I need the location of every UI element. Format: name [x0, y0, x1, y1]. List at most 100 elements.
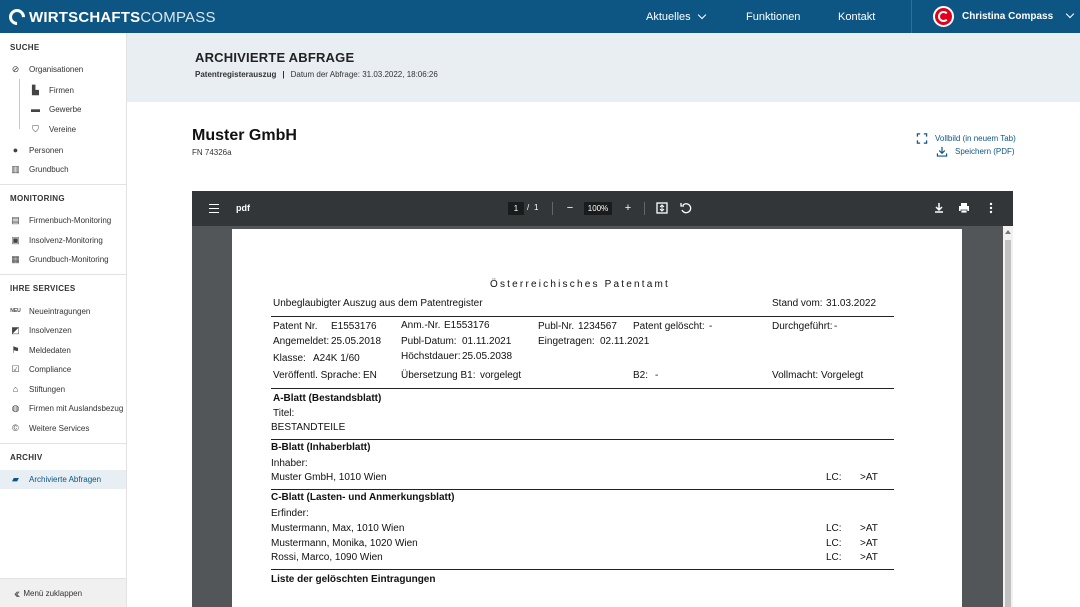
page-subtitle: Patentregisterauszug | Datum der Abfrage: … — [195, 70, 438, 79]
page-number-input[interactable]: 1 — [508, 202, 524, 215]
sidebar-item-insolvenzen[interactable]: ◩ Insolvenzen — [10, 323, 71, 337]
user-avatar[interactable] — [933, 6, 954, 27]
monitor-add-icon: ▤ — [11, 214, 20, 225]
sidebar-item-firmenbuch-monitoring[interactable]: ▤ Firmenbuch-Monitoring — [10, 213, 111, 227]
pdf-title: pdf — [236, 203, 250, 213]
angemeldet-label: Angemeldet: — [273, 336, 330, 347]
erfinder-lc-label: LC: — [826, 552, 842, 563]
chart-icon: ◩ — [11, 324, 20, 335]
geloescht-label: Patent gelöscht: — [633, 321, 705, 332]
collapse-menu-button[interactable]: ‹‹ Menü zuklappen — [0, 578, 126, 607]
publ-datum-value: 01.11.2021 — [462, 336, 512, 347]
app-logo[interactable]: WIRTSCHAFTSCOMPASS — [5, 5, 216, 29]
nav-funktionen[interactable]: Funktionen — [746, 11, 800, 23]
erfinder-name: Mustermann, Max, 1010 Wien — [271, 523, 405, 534]
sidebar-item-organisationen[interactable]: ⊘ Organisationen — [10, 62, 84, 76]
zoom-in-icon[interactable]: + — [621, 201, 635, 215]
flag-icon: ⚑ — [11, 344, 20, 355]
erfinder-lc-label: LC: — [826, 538, 842, 549]
chevron-down-icon — [697, 10, 706, 20]
fullscreen-icon — [916, 133, 928, 144]
divider — [271, 316, 894, 317]
scrollbar-thumb[interactable] — [1005, 240, 1011, 607]
divider — [271, 569, 894, 570]
copyright-icon: © — [12, 423, 19, 433]
doc-heading: Österreichisches Patentamt — [490, 279, 671, 290]
sidebar-item-grundbuch-monitoring[interactable]: ▦ Grundbuch-Monitoring — [10, 252, 108, 266]
fit-page-icon[interactable] — [655, 201, 669, 215]
rotate-icon[interactable] — [679, 201, 693, 215]
download-icon[interactable] — [932, 201, 946, 215]
sidebar-item-grundbuch[interactable]: ▥ Grundbuch — [10, 162, 68, 176]
section-title-services: IHRE SERVICES — [10, 284, 76, 293]
vollmacht-value: Vorgelegt — [821, 370, 864, 381]
b2-value: - — [655, 370, 659, 381]
titel-label: Titel: — [273, 408, 295, 419]
angemeldet-value: 25.05.2018 — [331, 336, 382, 347]
lc-label: LC: — [826, 472, 842, 483]
more-options-icon[interactable] — [984, 201, 998, 215]
briefcase-icon: ▬ — [31, 104, 40, 114]
zoom-out-icon[interactable]: − — [563, 201, 577, 215]
durchgefuehrt-value: - — [834, 321, 838, 332]
archive-icon: ▰ — [12, 473, 19, 484]
durchgefuehrt-label: Durchgeführt: — [772, 321, 833, 332]
sidebar-item-stiftungen[interactable]: ⌂ Stiftungen — [10, 382, 65, 396]
sidebar-item-archivierte-abfragen[interactable]: ▰ Archivierte Abfragen — [10, 472, 101, 486]
sidebar-item-firmen[interactable]: ▙ Firmen — [30, 83, 74, 97]
sidebar-item-auslandsbezug[interactable]: ◍ Firmen mit Auslandsbezug — [10, 401, 124, 415]
divider — [0, 443, 126, 444]
user-menu[interactable]: Christina Compass — [962, 9, 1075, 22]
scroll-up-icon[interactable] — [1005, 230, 1011, 234]
patent-nr-label: Patent Nr. — [273, 321, 318, 332]
erfinder-lc: >AT — [860, 538, 878, 549]
stand-label: Stand vom: — [772, 298, 823, 309]
sidebar-item-meldedaten[interactable]: ⚑ Meldedaten — [10, 343, 70, 357]
page-header: ARCHIVIERTE ABFRAGE Patentregisterauszug… — [127, 33, 1080, 102]
sidebar-item-compliance[interactable]: ☑ Compliance — [10, 362, 71, 376]
nav-aktuelles[interactable]: Aktuelles — [646, 10, 706, 23]
eingetragen-label: Eingetragen: — [538, 336, 595, 347]
a-blatt-heading: A-Blatt (Bestandsblatt) — [273, 393, 382, 404]
chevron-down-icon — [1065, 9, 1075, 19]
print-icon[interactable] — [957, 201, 971, 215]
divider — [0, 274, 126, 275]
fullscreen-link[interactable]: Vollbild (in neuem Tab) — [916, 133, 1016, 144]
sprache-value: EN — [363, 370, 377, 381]
save-pdf-link[interactable]: Speichern (PDF) — [936, 146, 1015, 157]
menu-icon[interactable] — [209, 204, 219, 213]
page-separator: / — [527, 203, 530, 212]
compass-icon: ⊘ — [11, 63, 20, 74]
compass-logo-icon — [5, 5, 29, 29]
nav-kontakt[interactable]: Kontakt — [838, 11, 875, 23]
sidebar-item-neueintragungen[interactable]: NEU Neueintragungen — [10, 304, 90, 318]
hoechstdauer-label: Höchstdauer: — [401, 351, 461, 362]
sidebar-item-insolvenz-monitoring[interactable]: ▣ Insolvenz-Monitoring — [10, 233, 103, 247]
inhaber-value: Muster GmbH, 1010 Wien — [271, 472, 387, 483]
zoom-input[interactable]: 100% — [584, 202, 612, 215]
stand-value: 31.03.2022 — [826, 298, 877, 309]
globe-icon: ◍ — [11, 402, 20, 413]
publ-nr-value: 1234567 — [578, 321, 617, 332]
divider — [911, 0, 912, 33]
publ-datum-label: Publ-Datum: — [401, 336, 457, 347]
erfinder-lc: >AT — [860, 552, 878, 563]
page-title: ARCHIVIERTE ABFRAGE — [195, 50, 355, 65]
sidebar-item-weitere-services[interactable]: © Weitere Services — [10, 421, 89, 435]
sidebar: SUCHE ⊘ Organisationen ▙ Firmen ▬ Gewerbe ⛉… — [0, 33, 127, 607]
logo-text-bold: WIRTSCHAFTS — [29, 8, 141, 26]
hoechstdauer-value: 25.05.2038 — [462, 351, 513, 362]
divider — [552, 202, 553, 215]
book-icon: ▥ — [11, 163, 20, 174]
b2-label: B2: — [633, 370, 649, 381]
double-chevron-left-icon: ‹‹ — [14, 585, 21, 601]
pdf-toolbar: pdf 1 / 1 − 100% + — [192, 191, 1013, 226]
sidebar-item-gewerbe[interactable]: ▬ Gewerbe — [30, 102, 81, 116]
klasse-label: Klasse: — [273, 353, 306, 364]
sidebar-item-vereine[interactable]: ⛉ Vereine — [30, 122, 76, 136]
new-icon: NEU — [10, 308, 21, 314]
publ-nr-label: Publ-Nr. — [538, 321, 575, 332]
patent-nr-value: E1553176 — [331, 321, 377, 332]
sidebar-item-personen[interactable]: ● Personen — [10, 143, 63, 157]
person-add-icon: ▣ — [11, 234, 20, 245]
